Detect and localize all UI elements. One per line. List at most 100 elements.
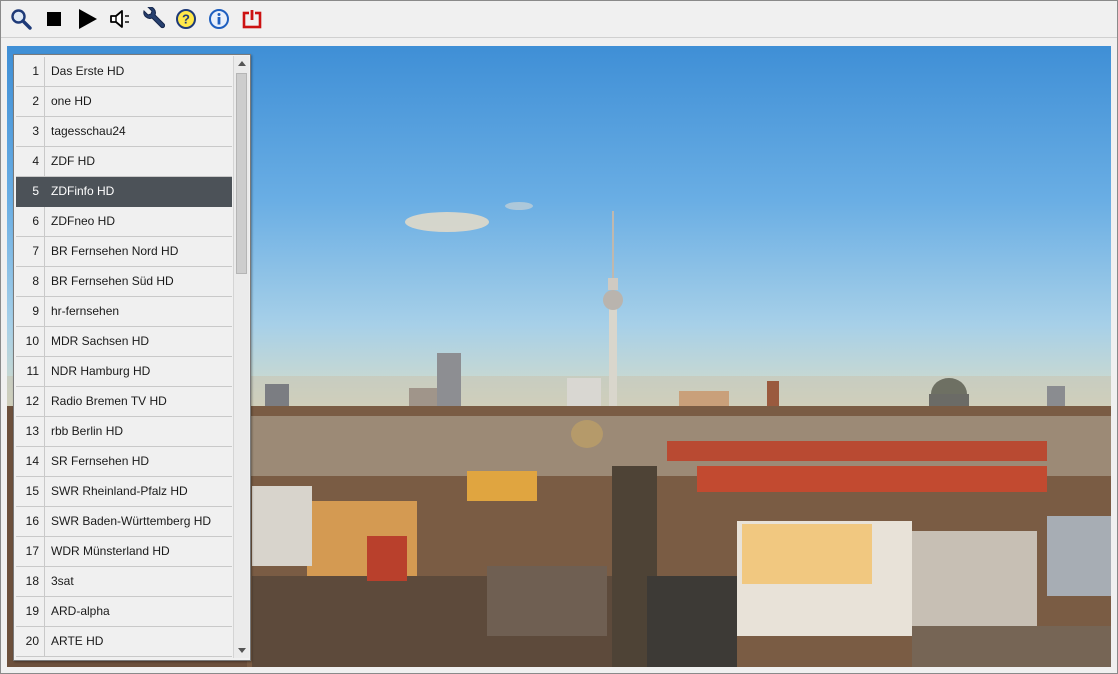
channel-number: 19: [25, 604, 39, 618]
channel-number-cell: 2: [16, 87, 45, 116]
channel-list-panel: 1 Das Erste HD 2 one HD 3 tagesschau24 4 ZDF HD…: [13, 54, 251, 661]
scrollbar-thumb[interactable]: [236, 73, 247, 274]
channel-number: 12: [25, 394, 39, 408]
channel-name: SWR Rheinland-Pfalz HD: [51, 484, 188, 498]
channel-number: 9: [32, 304, 39, 318]
channel-row[interactable]: 10 MDR Sachsen HD: [16, 327, 232, 357]
channel-name: BR Fernsehen Süd HD: [51, 274, 174, 288]
channel-row[interactable]: 16 SWR Baden-Württemberg HD: [16, 507, 232, 537]
play-button[interactable]: [74, 6, 100, 32]
help-icon: ?: [176, 9, 196, 29]
channel-name: ZDFneo HD: [51, 214, 116, 228]
channel-row[interactable]: 12 Radio Bremen TV HD: [16, 387, 232, 417]
channel-number-cell: 18: [16, 567, 45, 596]
power-icon: [242, 10, 262, 29]
stop-button[interactable]: [41, 6, 67, 32]
channel-number: 1: [32, 64, 39, 78]
channel-list-scrollbar[interactable]: [233, 56, 249, 658]
channel-number: 18: [25, 574, 39, 588]
info-button[interactable]: [206, 6, 232, 32]
channel-number-cell: 13: [16, 417, 45, 446]
channel-number: 6: [32, 214, 39, 228]
channel-row[interactable]: 15 SWR Rheinland-Pfalz HD: [16, 477, 232, 507]
arrow-up-icon: [237, 61, 246, 66]
channel-row[interactable]: 4 ZDF HD: [16, 147, 232, 177]
channel-name: BR Fernsehen Nord HD: [51, 244, 179, 258]
svg-text:?: ?: [182, 12, 190, 27]
arrow-down-icon: [237, 648, 246, 653]
channel-name: ZDFinfo HD: [51, 184, 115, 198]
channel-name: SWR Baden-Württemberg HD: [51, 514, 212, 528]
channel-row[interactable]: 11 NDR Hamburg HD: [16, 357, 232, 387]
channel-number-cell: 12: [16, 387, 45, 416]
channel-number-cell: 3: [16, 117, 45, 146]
channel-name: SR Fernsehen HD: [51, 454, 150, 468]
channel-row[interactable]: 6 ZDFneo HD: [16, 207, 232, 237]
channel-name: MDR Sachsen HD: [51, 334, 150, 348]
channel-number: 8: [32, 274, 39, 288]
channel-row[interactable]: 1 Das Erste HD: [16, 57, 232, 87]
play-icon: [79, 9, 97, 29]
scroll-down-button[interactable]: [234, 643, 249, 658]
stop-icon: [47, 12, 61, 26]
mute-button[interactable]: [107, 6, 133, 32]
wrench-icon: [143, 7, 165, 29]
channel-number-cell: 15: [16, 477, 45, 506]
channel-row[interactable]: 14 SR Fernsehen HD: [16, 447, 232, 477]
scroll-up-button[interactable]: [234, 56, 249, 71]
info-icon: [209, 9, 229, 29]
channel-row[interactable]: 2 one HD: [16, 87, 232, 117]
channel-row[interactable]: 9 hr-fernsehen: [16, 297, 232, 327]
toolbar: ?: [1, 1, 1117, 38]
channel-row[interactable]: 18 3sat: [16, 567, 232, 597]
channel-name: tagesschau24: [51, 124, 126, 138]
channel-name: ZDF HD: [51, 154, 95, 168]
channel-number-cell: 8: [16, 267, 45, 296]
channel-number: 15: [25, 484, 39, 498]
channel-number: 5: [32, 184, 39, 198]
channel-number-cell: 20: [16, 627, 45, 656]
channel-number: 13: [25, 424, 39, 438]
channel-name: Radio Bremen TV HD: [51, 394, 167, 408]
speaker-icon: [110, 10, 129, 28]
channel-name: ARD-alpha: [51, 604, 110, 618]
channel-number-cell: 19: [16, 597, 45, 626]
channel-number: 17: [25, 544, 39, 558]
power-button[interactable]: [239, 6, 265, 32]
channel-number: 20: [25, 634, 39, 648]
search-icon: [11, 9, 32, 30]
channel-row[interactable]: 7 BR Fernsehen Nord HD: [16, 237, 232, 267]
channel-number: 10: [25, 334, 39, 348]
channel-number-cell: 17: [16, 537, 45, 566]
settings-button[interactable]: [140, 6, 166, 32]
channel-name: 3sat: [51, 574, 74, 588]
channel-name: Das Erste HD: [51, 64, 125, 78]
channel-row[interactable]: 5 ZDFinfo HD: [16, 177, 232, 207]
channel-number-cell: 10: [16, 327, 45, 356]
channel-row[interactable]: 8 BR Fernsehen Süd HD: [16, 267, 232, 297]
channel-number: 3: [32, 124, 39, 138]
channel-row[interactable]: 13 rbb Berlin HD: [16, 417, 232, 447]
channel-number-cell: 16: [16, 507, 45, 536]
channel-number-cell: 11: [16, 357, 45, 386]
channel-row[interactable]: 19 ARD-alpha: [16, 597, 232, 627]
channel-number-cell: 14: [16, 447, 45, 476]
channel-number: 7: [32, 244, 39, 258]
channel-name: rbb Berlin HD: [51, 424, 124, 438]
channel-number: 4: [32, 154, 39, 168]
channel-row[interactable]: 20 ARTE HD: [16, 627, 232, 657]
channel-number-cell: 7: [16, 237, 45, 266]
channel-name: ARTE HD: [51, 634, 104, 648]
help-button[interactable]: ?: [173, 6, 199, 32]
channel-number-cell: 4: [16, 147, 45, 176]
channel-name: NDR Hamburg HD: [51, 364, 151, 378]
channel-number-cell: 5: [16, 177, 45, 206]
channel-row[interactable]: 3 tagesschau24: [16, 117, 232, 147]
search-button[interactable]: [8, 6, 34, 32]
channel-name: hr-fernsehen: [51, 304, 120, 318]
channel-name: WDR Münsterland HD: [51, 544, 170, 558]
channel-number-cell: 9: [16, 297, 45, 326]
channel-row[interactable]: 17 WDR Münsterland HD: [16, 537, 232, 567]
channel-number: 2: [32, 94, 39, 108]
channel-number-cell: 1: [16, 57, 45, 86]
